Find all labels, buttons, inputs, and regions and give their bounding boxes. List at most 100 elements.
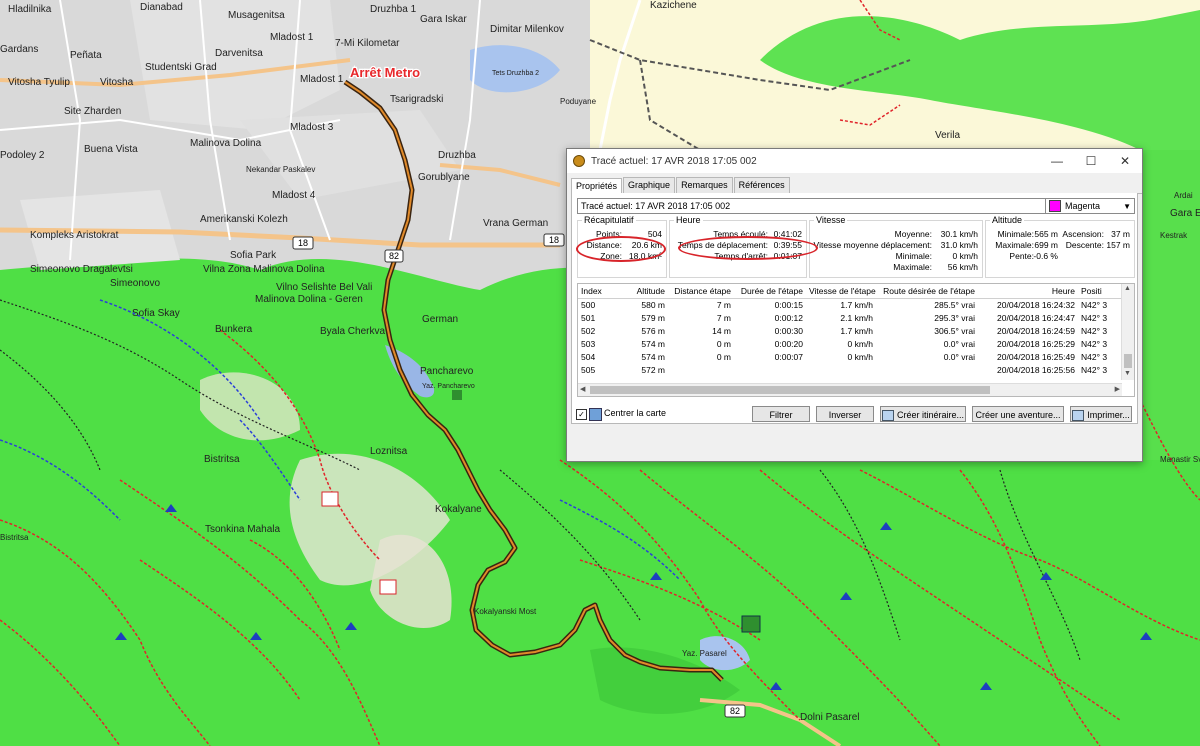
- column-header[interactable]: Durée de l'étape: [734, 284, 806, 298]
- cell-speed: 2.1 km/h: [840, 313, 873, 323]
- track-properties-dialog: Tracé actuel: 17 AVR 2018 17:05 002 — ☐ …: [566, 148, 1143, 462]
- cell-speed: 1.7 km/h: [840, 300, 873, 310]
- trackpoints-table[interactable]: Index Altitude Distance étape Durée de l…: [577, 283, 1135, 397]
- column-header[interactable]: Heure: [978, 284, 1078, 298]
- cell-position: N42° 3: [1081, 300, 1108, 310]
- descent-label: Descente:: [1065, 240, 1104, 250]
- picnic-icon: [741, 615, 761, 633]
- minimize-button[interactable]: —: [1040, 149, 1074, 173]
- color-swatch: [1049, 200, 1061, 212]
- stopped-time-label: Temps d'arrêt:: [714, 251, 768, 261]
- cell-altitude: 574 m: [641, 339, 665, 349]
- table-row[interactable]: 504 574 m 0 m 0:00:07 0 km/h 0.0° vrai 2…: [578, 351, 1134, 364]
- map-label: Dolni Pasarel: [800, 712, 859, 723]
- create-adventure-button[interactable]: Créer une aventure...: [972, 406, 1064, 422]
- cell-distance: [668, 364, 734, 377]
- time-group: Heure Temps écoulé: 0:41:02 Temps de dép…: [669, 215, 807, 278]
- filter-button[interactable]: Filtrer: [752, 406, 810, 422]
- map-label: Buena Vista: [84, 144, 138, 155]
- min-altitude-value: 565 m: [1034, 229, 1058, 239]
- table-row[interactable]: 502 576 m 14 m 0:00:30 1.7 km/h 306.5° v…: [578, 325, 1134, 338]
- map-label: Simeonovo: [110, 278, 160, 289]
- horizontal-scrollbar[interactable]: ◀ ▶: [578, 383, 1122, 396]
- table-row[interactable]: 503 574 m 0 m 0:00:20 0 km/h 0.0° vrai 2…: [578, 338, 1134, 351]
- column-header[interactable]: Route désirée de l'étape: [876, 284, 978, 298]
- map-label: Site Zharden: [64, 106, 121, 117]
- maximize-button[interactable]: ☐: [1074, 149, 1108, 173]
- map-label: Musagenitsa: [228, 10, 285, 21]
- cell-altitude: 574 m: [641, 352, 665, 362]
- column-header[interactable]: Distance étape: [668, 284, 734, 298]
- dialog-titlebar[interactable]: Tracé actuel: 17 AVR 2018 17:05 002 — ☐ …: [567, 149, 1142, 173]
- table-row[interactable]: 505 572 m 20/04/2018 16:25:56 N42° 3: [578, 364, 1134, 377]
- app-icon: [573, 155, 585, 167]
- map-label: Bunkera: [215, 324, 253, 335]
- table-row[interactable]: 501 579 m 7 m 0:00:12 2.1 km/h 295.3° vr…: [578, 312, 1134, 325]
- scroll-right-icon[interactable]: ▶: [1115, 385, 1120, 393]
- cell-position: N42° 3: [1081, 339, 1108, 349]
- map-label: Sofia Skay: [132, 308, 180, 319]
- tab-remarks[interactable]: Remarques: [676, 177, 733, 193]
- scroll-down-icon[interactable]: ▼: [1124, 370, 1131, 377]
- cell-position: N42° 3: [1081, 326, 1108, 336]
- close-button[interactable]: ✕: [1108, 149, 1142, 173]
- table-row[interactable]: 500 580 m 7 m 0:00:15 1.7 km/h 285.5° vr…: [578, 299, 1134, 312]
- vertical-scrollbar[interactable]: ▲ ▼: [1121, 284, 1134, 380]
- scroll-thumb[interactable]: [1124, 354, 1132, 368]
- dialog-tabs: Propriétés Graphique Remarques Référence…: [571, 177, 1142, 195]
- center-map-label: Centrer la carte: [604, 408, 667, 418]
- map-label: Manastir Sv: [1160, 455, 1200, 464]
- map-label: Tets Druzhba 2: [492, 70, 539, 77]
- column-header[interactable]: Vitesse de l'étape: [806, 284, 876, 298]
- cell-course: 295.3° vrai: [934, 313, 975, 323]
- column-header[interactable]: Altitude: [620, 284, 668, 298]
- cell-time: 20/04/2018 16:25:56: [997, 365, 1075, 375]
- tab-graph[interactable]: Graphique: [623, 177, 676, 193]
- map-label: Studentski Grad: [145, 62, 217, 73]
- cell-time: 20/04/2018 16:25:49: [997, 352, 1075, 362]
- map-label: Mladost 4: [272, 190, 316, 201]
- distance-value: 20.6 km: [631, 240, 662, 250]
- reverse-button[interactable]: Inverser: [816, 406, 874, 422]
- cell-speed: 0 km/h: [847, 352, 873, 362]
- map-label: Vitosha Tyulip: [8, 77, 70, 88]
- road-shield-label: 18: [549, 235, 559, 245]
- poi-marker-icon: [452, 390, 462, 400]
- map-label: Amerikanski Kolezh: [200, 214, 288, 225]
- max-speed-value: 56 km/h: [947, 262, 978, 272]
- cell-speed: 1.7 km/h: [840, 326, 873, 336]
- center-map-checkbox[interactable]: ✓: [576, 409, 587, 420]
- max-altitude-label: Maximale:: [995, 240, 1034, 250]
- color-select[interactable]: Magenta ▼: [1045, 198, 1135, 214]
- track-name-input[interactable]: Tracé actuel: 17 AVR 2018 17:05 002: [577, 198, 1048, 214]
- map-label: Tsarigradski: [390, 94, 443, 105]
- map-label: Malinova Dolina - Geren: [255, 294, 363, 305]
- print-button[interactable]: Imprimer...: [1070, 406, 1132, 422]
- cell-position: N42° 3: [1081, 313, 1108, 323]
- tab-references[interactable]: Références: [733, 177, 790, 193]
- cell-index: 503: [581, 339, 596, 349]
- map-label: Vilno Selishte Bel Vali: [276, 282, 372, 293]
- ascent-value: 37 m: [1111, 229, 1130, 239]
- map-label: Dimitar Milenkov: [490, 24, 564, 35]
- moving-time-label: Temps de déplacement:: [677, 240, 768, 250]
- column-header[interactable]: Index: [578, 284, 620, 298]
- scroll-up-icon[interactable]: ▲: [1124, 285, 1131, 292]
- cell-altitude: 579 m: [641, 313, 665, 323]
- map-label: Sofia Park: [230, 250, 277, 261]
- create-route-button[interactable]: Créer itinéraire...: [880, 406, 966, 422]
- cell-speed: [806, 364, 876, 377]
- scroll-left-icon[interactable]: ◀: [580, 385, 585, 393]
- points-label: Points:: [596, 229, 622, 239]
- route-start-label: Arrêt Metro: [350, 65, 420, 80]
- map-label: Mladost 1: [300, 74, 344, 85]
- map-label: Podoley 2: [0, 150, 45, 161]
- cell-speed: 0 km/h: [847, 339, 873, 349]
- column-header[interactable]: Positi: [1078, 284, 1124, 298]
- cell-distance: 7 m: [716, 313, 731, 323]
- road-shield-label: 82: [389, 251, 399, 261]
- cell-distance: 0 m: [716, 352, 731, 362]
- scroll-thumb[interactable]: [590, 386, 990, 394]
- cell-course: 0.0° vrai: [943, 352, 975, 362]
- map-label: Gara E: [1170, 208, 1200, 219]
